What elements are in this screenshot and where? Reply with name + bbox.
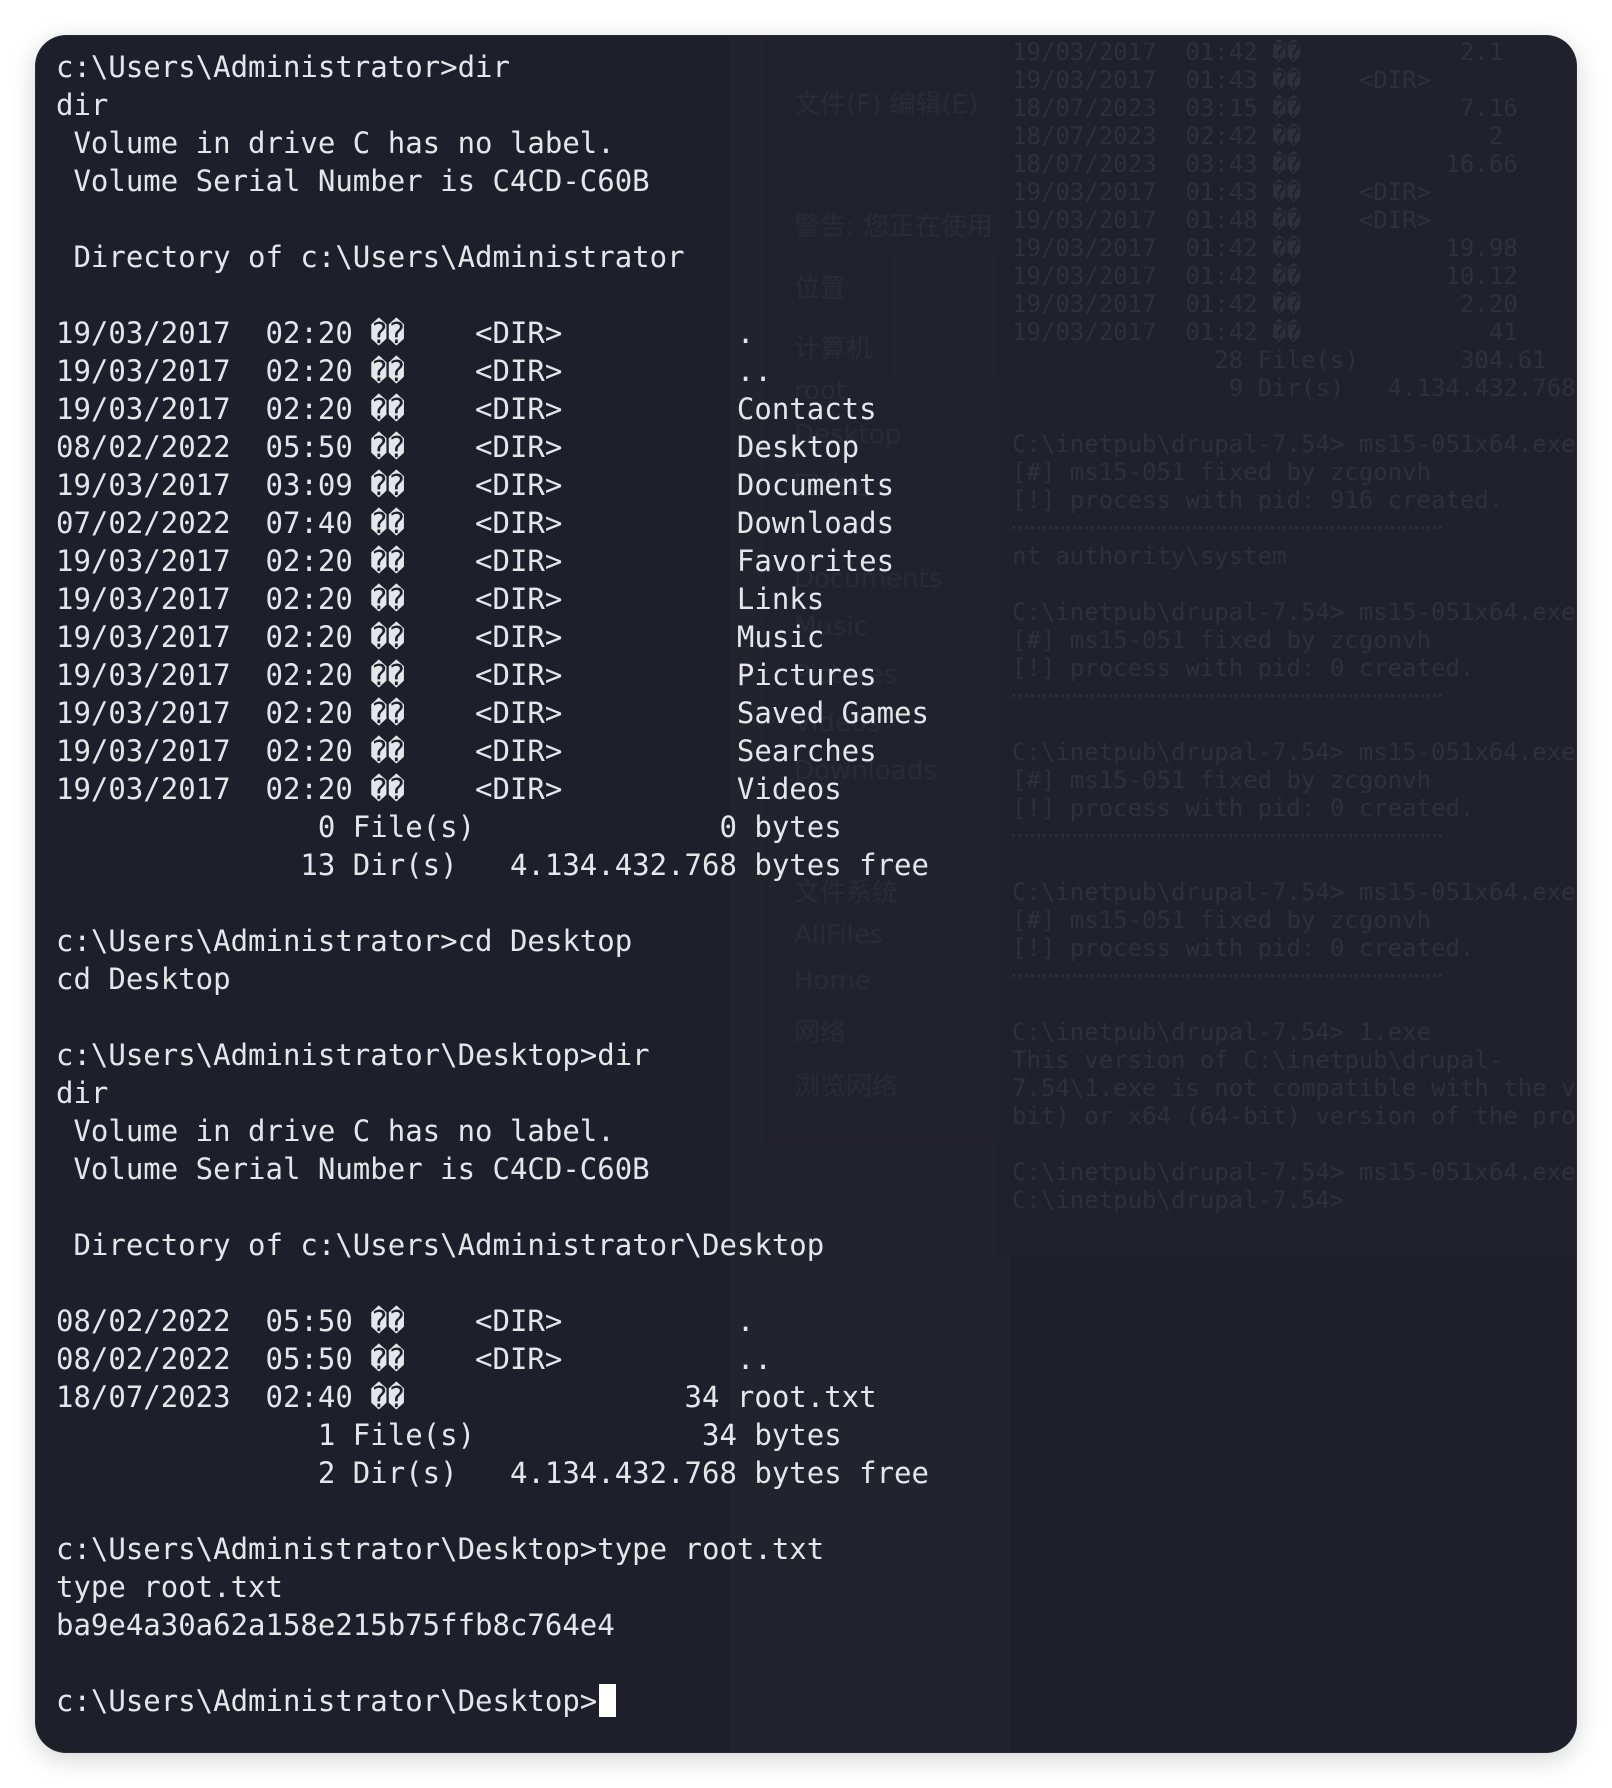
ghost-terminal-line: 19/03/2017 01:42 �� 10.12 — [1012, 262, 1518, 290]
ghost-terminal-line: C:\inetpub\drupal-7.54> ms15-051x64.exe — [1012, 878, 1576, 906]
terminal-line: c:\Users\Administrator>dir — [56, 50, 510, 84]
terminal-line: 08/02/2022 05:50 �� <DIR> .. — [56, 1342, 772, 1376]
ghost-terminal-line: 19/03/2017 01:42 �� 41 — [1012, 318, 1518, 346]
ghost-terminal-line: 28 File(s) 304.61 — [1012, 346, 1547, 374]
terminal-line: ba9e4a30a62a158e215b75ffb8c764e4 — [56, 1608, 615, 1642]
ghost-terminal-line: 18/07/2023 03:15 �� 7.16 — [1012, 94, 1518, 122]
terminal-line: Volume in drive C has no label. — [56, 126, 615, 160]
ghost-terminal-line: 19/03/2017 01:43 �� <DIR> — [1012, 66, 1432, 94]
ghost-separator — [1012, 694, 1442, 697]
ghost-terminal-line: C:\inetpub\drupal-7.54> 1.exe — [1012, 1018, 1432, 1046]
terminal-line: 19/03/2017 02:20 �� <DIR> Music — [56, 620, 825, 654]
terminal-line: Volume Serial Number is C4CD-C60B — [56, 164, 650, 198]
ghost-terminal-line: This version of C:\inetpub\drupal- — [1012, 1046, 1504, 1074]
ghost-separator — [1012, 526, 1442, 529]
terminal-line: 19/03/2017 02:20 �� <DIR> . — [56, 316, 755, 350]
ghost-terminal-line: 9 Dir(s) 4.134.432.768 — [1012, 374, 1576, 402]
ghost-terminal-line: 19/03/2017 01:42 �� 2.20 — [1012, 290, 1518, 318]
ghost-terminal-line: C:\inetpub\drupal-7.54> ms15-051x64.exe — [1012, 1158, 1576, 1186]
terminal-output[interactable]: c:\Users\Administrator>dir dir Volume in … — [56, 48, 929, 1720]
terminal-prompt-line[interactable]: c:\Users\Administrator\Desktop> — [56, 1682, 929, 1720]
ghost-terminal-line: 19/03/2017 01:42 �� 19.98 — [1012, 234, 1518, 262]
ghost-terminal-line: [#] ms15-051 fixed by zcgonvh — [1012, 626, 1432, 654]
ghost-terminal-line: C:\inetpub\drupal-7.54> — [1012, 1186, 1345, 1214]
terminal-line: 19/03/2017 02:20 �� <DIR> Favorites — [56, 544, 895, 578]
ghost-terminal-line: 19/03/2017 01:42 �� 2.1 — [1012, 38, 1504, 66]
terminal-line: cd Desktop — [56, 962, 231, 996]
terminal-line: c:\Users\Administrator>cd Desktop — [56, 924, 633, 958]
terminal-line: Volume in drive C has no label. — [56, 1114, 615, 1148]
terminal-line: 08/02/2022 05:50 �� <DIR> Desktop — [56, 430, 860, 464]
ghost-terminal-line: [!] process with pid: 0 created. — [1012, 654, 1475, 682]
ghost-terminal-line: 19/03/2017 01:43 �� <DIR> — [1012, 178, 1432, 206]
ghost-terminal-line: [#] ms15-051 fixed by zcgonvh — [1012, 766, 1432, 794]
ghost-terminal-line: [!] process with pid: 0 created. — [1012, 794, 1475, 822]
ghost-terminal-line: [!] process with pid: 0 created. — [1012, 934, 1475, 962]
terminal-line: Directory of c:\Users\Administrator\Desk… — [56, 1228, 825, 1262]
terminal-line: 1 File(s) 34 bytes — [56, 1418, 842, 1452]
ghost-terminal-line: bit) or x64 (64-bit) version of the pro — [1012, 1102, 1576, 1130]
terminal-window[interactable]: 文件(F) 编辑(E) 警告: 您正在使用 位置 计算机 root Desktop 回收站 D… — [36, 36, 1576, 1752]
terminal-line: 19/03/2017 02:20 �� <DIR> .. — [56, 354, 772, 388]
ghost-terminal-line: C:\inetpub\drupal-7.54> ms15-051x64.exe — [1012, 598, 1576, 626]
ghost-terminal-line: 19/03/2017 01:48 �� <DIR> — [1012, 206, 1432, 234]
ghost-terminal-line: [#] ms15-051 fixed by zcgonvh — [1012, 906, 1432, 934]
terminal-line: dir — [56, 88, 109, 122]
ghost-terminal-line: nt authority\system — [1012, 542, 1287, 570]
ghost-terminal-line: C:\inetpub\drupal-7.54> ms15-051x64.exe — [1012, 430, 1576, 458]
terminal-line: 19/03/2017 02:20 �� <DIR> Saved Games — [56, 696, 929, 730]
terminal-line: 0 File(s) 0 bytes — [56, 810, 842, 844]
terminal-line: 19/03/2017 02:20 �� <DIR> Videos — [56, 772, 842, 806]
terminal-line: type root.txt — [56, 1570, 283, 1604]
terminal-line: 19/03/2017 02:20 �� <DIR> Pictures — [56, 658, 877, 692]
ghost-terminal-line: 7.54\1.exe is not compatible with the v — [1012, 1074, 1576, 1102]
ghost-terminal-line: [#] ms15-051 fixed by zcgonvh — [1012, 458, 1432, 486]
terminal-line: 08/02/2022 05:50 �� <DIR> . — [56, 1304, 755, 1338]
ghost-terminal-line: [!] process with pid: 916 created. — [1012, 486, 1504, 514]
terminal-line: 19/03/2017 03:09 �� <DIR> Documents — [56, 468, 895, 502]
terminal-line: dir — [56, 1076, 109, 1110]
ghost-terminal-line: 18/07/2023 03:43 �� 16.66 — [1012, 150, 1518, 178]
terminal-line: 13 Dir(s) 4.134.432.768 bytes free — [56, 848, 929, 882]
text-cursor — [599, 1684, 617, 1717]
terminal-line: 2 Dir(s) 4.134.432.768 bytes free — [56, 1456, 929, 1490]
terminal-line: 18/07/2023 02:40 �� 34 root.txt — [56, 1380, 877, 1414]
terminal-line: Directory of c:\Users\Administrator — [56, 240, 685, 274]
ghost-terminal-line: C:\inetpub\drupal-7.54> ms15-051x64.exe — [1012, 738, 1576, 766]
terminal-line: c:\Users\Administrator\Desktop>type root… — [56, 1532, 825, 1566]
terminal-line: 19/03/2017 02:20 �� <DIR> Contacts — [56, 392, 877, 426]
terminal-line: c:\Users\Administrator\Desktop>dir — [56, 1038, 650, 1072]
terminal-prompt: c:\Users\Administrator\Desktop> — [56, 1684, 598, 1718]
ghost-terminal-line: 18/07/2023 02:42 �� 2 — [1012, 122, 1504, 150]
ghost-separator — [1012, 974, 1442, 977]
background-terminal: 19/03/2017 01:42 �� 2.1 19/03/2017 01:43 … — [998, 36, 1576, 1256]
terminal-line: Volume Serial Number is C4CD-C60B — [56, 1152, 650, 1186]
ghost-separator — [1012, 834, 1442, 837]
terminal-line: 07/02/2022 07:40 �� <DIR> Downloads — [56, 506, 895, 540]
terminal-line: 19/03/2017 02:20 �� <DIR> Links — [56, 582, 825, 616]
terminal-line: 19/03/2017 02:20 �� <DIR> Searches — [56, 734, 877, 768]
